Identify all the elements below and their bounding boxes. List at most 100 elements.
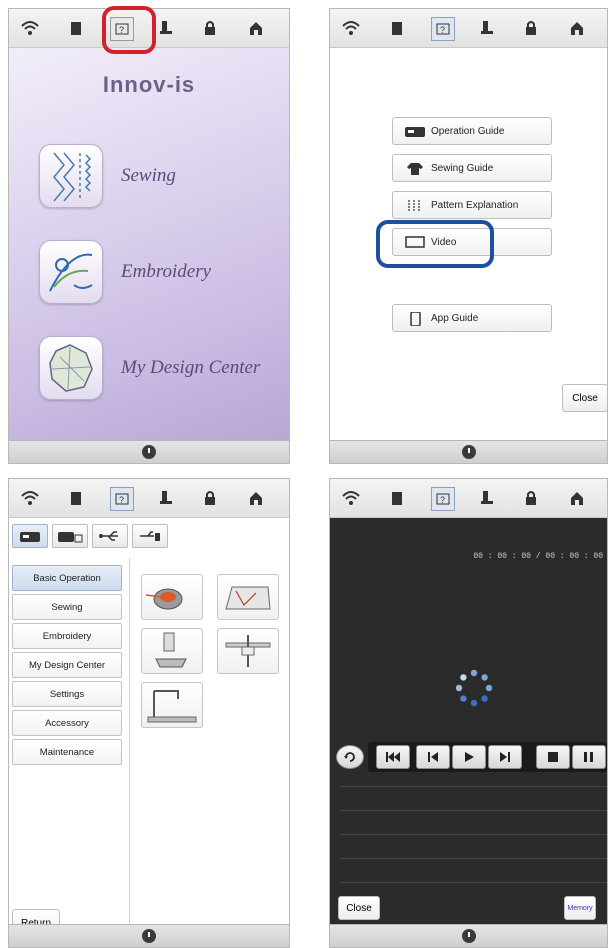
presser-foot-icon[interactable] [155,487,177,509]
upper-threading-icon [225,586,271,610]
topic-thumbnail-bobbin[interactable] [141,574,203,620]
pattern-explanation-button[interactable]: Pattern Explanation [392,191,552,219]
play-button[interactable] [452,745,486,769]
caption-line [340,786,607,787]
video-content: 00 : 00 : 00 / 00 : 00 : 00 Close Memory [330,518,607,924]
wireless-lan-icon[interactable] [340,17,362,39]
lock-icon[interactable] [199,17,221,39]
next-icon [500,752,510,762]
home-icon[interactable] [245,487,267,509]
topic-thumbnail-presser-foot[interactable] [141,628,203,674]
embroidery-design-icon [39,240,103,304]
document-icon[interactable] [65,17,87,39]
sewing-stitch-icon [39,144,103,208]
nav-my-design-center[interactable]: My Design Center [12,652,122,678]
close-button[interactable]: Close [562,384,607,412]
memory-button[interactable]: Memory [564,896,596,920]
presser-foot-icon[interactable] [476,17,498,39]
nav-maintenance[interactable]: Maintenance [12,739,122,765]
skip-to-start-icon [386,752,400,762]
pause-button[interactable] [572,745,606,769]
wireless-lan-icon[interactable] [19,17,41,39]
my-design-center-label: My Design Center [121,357,261,378]
lock-icon[interactable] [520,17,542,39]
pattern-explanation-label: Pattern Explanation [431,199,519,211]
sewing-machine-icon [405,125,425,137]
presser-foot-icon[interactable] [476,487,498,509]
home-icon[interactable] [245,17,267,39]
bobbin-winding-icon [145,588,183,610]
document-icon[interactable] [386,17,408,39]
top-toolbar: ? [330,9,607,48]
document-icon[interactable] [386,487,408,509]
embroidery-button[interactable]: Embroidery [39,240,211,304]
operation-guide-panel: ? Basic Operation Sewing Embroidery My D… [8,478,290,948]
operation-guide-content: Basic Operation Sewing Embroidery My Des… [9,518,289,937]
sewing-guide-label: Sewing Guide [431,162,494,174]
caption-line [340,858,607,859]
tablet-icon [405,311,425,327]
nav-divider [129,558,130,924]
presser-foot-change-icon [155,632,187,668]
tab-usb[interactable] [92,524,128,548]
tab-machine-embroidery[interactable] [52,524,88,548]
stop-button[interactable] [536,745,570,769]
brand-logo: Innov-is [102,72,196,97]
caption-line [340,810,607,811]
caption-line [340,882,607,883]
nav-accessory[interactable]: Accessory [12,710,122,736]
top-toolbar: ? [9,479,289,518]
embroidery-unit-icon [58,532,83,543]
lock-icon[interactable] [520,487,542,509]
embroidery-label: Embroidery [121,261,212,282]
clock-icon[interactable] [461,929,476,943]
bottom-bar [9,440,289,463]
home-icon[interactable] [566,17,588,39]
pause-icon [584,752,593,762]
wireless-lan-icon[interactable] [19,487,41,509]
playback-time: 00 : 00 : 00 / 00 : 00 : 00 [473,552,603,561]
sewing-guide-button[interactable]: Sewing Guide [392,154,552,182]
next-button[interactable] [488,745,522,769]
nav-sewing[interactable]: Sewing [12,594,122,620]
home-icon[interactable] [566,487,588,509]
previous-button[interactable] [416,745,450,769]
help-icon[interactable]: ? [110,487,134,511]
presser-foot-icon[interactable] [155,17,177,39]
clock-icon[interactable] [461,445,476,459]
topic-thumbnail-accessory[interactable] [141,682,203,728]
usb-icon [99,531,118,541]
app-guide-label: App Guide [431,312,479,324]
tab-usb-embroidery[interactable] [132,524,168,548]
lock-icon[interactable] [199,487,221,509]
skip-back-button[interactable] [376,745,410,769]
help-icon[interactable]: ? [431,487,455,511]
tab-machine[interactable] [12,524,48,548]
svg-text:?: ? [440,25,445,35]
my-design-center-icon [39,336,103,400]
repeat-icon [344,752,355,762]
stop-icon [548,752,558,762]
svg-text:?: ? [119,495,124,505]
home-screen-panel: ? Innov-is Sewing Embroidery My Design C… [8,8,290,464]
close-button[interactable]: Close [338,896,380,920]
nav-embroidery[interactable]: Embroidery [12,623,122,649]
previous-icon [428,752,438,762]
clock-icon[interactable] [142,929,156,943]
my-design-center-button[interactable]: My Design Center [39,336,260,400]
nav-settings[interactable]: Settings [12,681,122,707]
document-icon[interactable] [65,487,87,509]
repeat-button[interactable] [336,745,364,769]
topic-thumbnail-needle[interactable] [217,628,279,674]
needle-change-icon [225,635,271,667]
operation-guide-button[interactable]: Operation Guide [392,117,552,145]
sewing-button[interactable]: Sewing [39,144,176,208]
topic-thumbnail-threading[interactable] [217,574,279,620]
operation-guide-label: Operation Guide [431,125,505,137]
stitch-pattern-icon [405,199,425,212]
nav-basic-operation[interactable]: Basic Operation [12,565,122,591]
app-guide-button[interactable]: App Guide [392,304,552,332]
help-icon[interactable]: ? [431,17,455,41]
clock-icon[interactable] [142,445,156,459]
wireless-lan-icon[interactable] [340,487,362,509]
